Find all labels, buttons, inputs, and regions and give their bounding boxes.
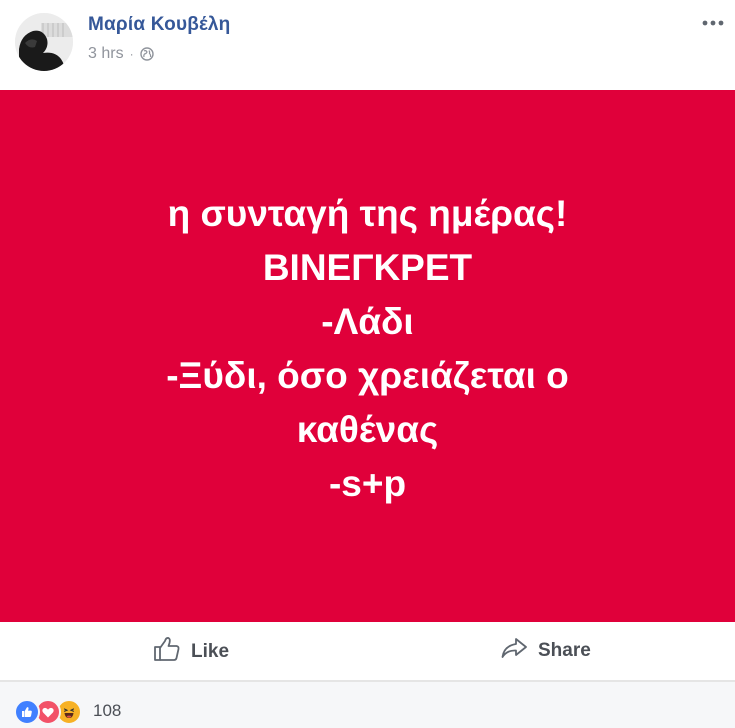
post-content: η συνταγή της ημέρας! ΒΙΝΕΓΚΡΕΤ -Λάδι -Ξ… (0, 90, 735, 622)
reaction-icons[interactable] (14, 699, 82, 725)
post-meta: 3 hrs · (88, 45, 154, 63)
share-button[interactable]: Share (500, 636, 591, 666)
share-label: Share (538, 640, 591, 661)
share-arrow-icon (500, 636, 528, 666)
post-text: η συνταγή της ημέρας! ΒΙΝΕΓΚΡΕΤ -Λάδι -Ξ… (166, 187, 569, 511)
meta-separator: · (129, 47, 134, 61)
globe-icon[interactable] (139, 47, 154, 61)
reaction-count[interactable]: 108 (93, 701, 121, 721)
post-timestamp[interactable]: 3 hrs (88, 45, 124, 63)
post-text-line: ΒΙΝΕΓΚΡΕΤ (262, 247, 473, 288)
thumbs-up-icon (153, 636, 181, 668)
like-label: Like (191, 641, 230, 662)
post-text-line: καθένας (296, 409, 439, 450)
post-header: Μαρία Κουβέλη 3 hrs · (0, 0, 735, 90)
facebook-post: Μαρία Κουβέλη 3 hrs · η συνταγή της ημέρ… (0, 0, 735, 728)
like-reaction-icon (14, 699, 40, 725)
avatar[interactable] (15, 13, 73, 71)
post-text-line: -s+p (328, 463, 407, 504)
reactions-bar: 108 (0, 681, 735, 728)
like-button[interactable]: Like (153, 636, 229, 668)
post-text-line: -Λάδι (321, 301, 414, 342)
post-text-line: -Ξύδι, όσο χρειάζεται ο (166, 355, 569, 396)
author-name[interactable]: Μαρία Κουβέλη (88, 14, 230, 36)
more-options-icon[interactable] (701, 14, 725, 32)
post-actions: Like Share (0, 622, 735, 681)
avatar-image (15, 13, 73, 71)
post-text-line: η συνταγή της ημέρας! (167, 193, 568, 234)
